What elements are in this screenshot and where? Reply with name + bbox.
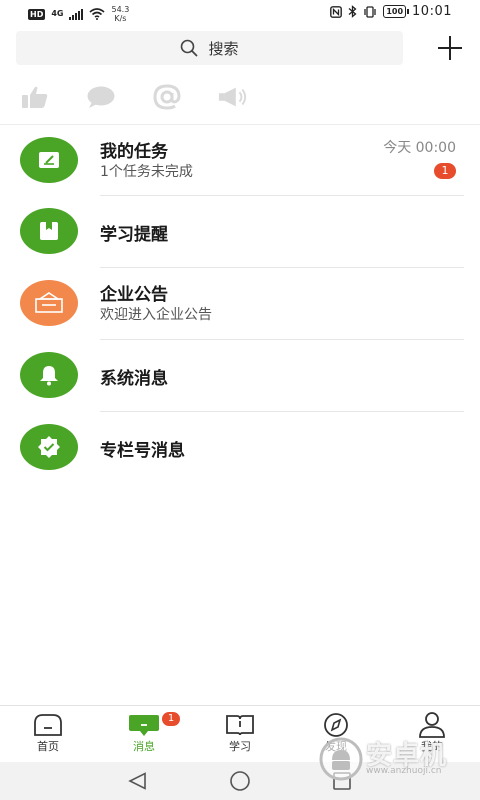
message-icon: [129, 715, 159, 736]
messages-badge: 1: [162, 712, 180, 726]
tab-study[interactable]: 学习: [210, 712, 270, 754]
megaphone-icon[interactable]: [218, 84, 248, 110]
network-type: 4G: [51, 9, 64, 18]
list-item-time: 今天 00:00: [383, 140, 456, 156]
wifi-icon: [89, 8, 106, 20]
reminder-avatar: [20, 208, 78, 254]
status-time: 10:01: [412, 4, 452, 19]
watermark-url: www.anzhuoji.cn: [366, 766, 442, 776]
status-bar: HD 4G 54.3 K/s 100 10:01: [0, 0, 480, 26]
book-icon: [226, 715, 254, 736]
edit-icon: [39, 152, 59, 168]
bookmark-icon: [40, 222, 58, 240]
back-button[interactable]: [126, 770, 150, 792]
list-item-my-tasks[interactable]: 我的任务 1个任务未完成 今天 00:00 1: [0, 125, 480, 196]
search-label: 搜索: [208, 39, 239, 58]
message-list: 我的任务 1个任务未完成 今天 00:00 1 学习提醒 企业公告 欢迎进入企业…: [0, 125, 480, 484]
bell-icon: [40, 366, 58, 386]
home-button[interactable]: [228, 770, 252, 792]
back-triangle-icon: [128, 772, 146, 790]
search-icon: [181, 39, 198, 57]
list-item-system-messages[interactable]: 系统消息: [0, 340, 480, 412]
list-item-subtitle: 1个任务未完成: [100, 164, 193, 180]
list-item-title: 学习提醒: [100, 225, 168, 245]
system-avatar: [20, 352, 78, 398]
list-item-announcements[interactable]: 企业公告 欢迎进入企业公告: [0, 268, 480, 340]
list-item-column-messages[interactable]: 专栏号消息: [0, 412, 480, 484]
bluetooth-icon: [348, 5, 357, 18]
android-logo-icon: [319, 737, 363, 781]
thumbs-up-icon[interactable]: [20, 84, 50, 110]
list-item-title: 我的任务: [100, 142, 168, 162]
verified-badge-icon: [38, 436, 60, 458]
column-avatar: [20, 424, 78, 470]
announcement-avatar: [20, 280, 78, 326]
tab-label: 首页: [37, 740, 59, 753]
list-item-title: 专栏号消息: [100, 441, 185, 461]
list-item-subtitle: 欢迎进入企业公告: [100, 307, 212, 323]
task-avatar: [20, 137, 78, 183]
search-input[interactable]: 搜索: [16, 31, 403, 65]
home-circle-icon: [230, 771, 250, 791]
home-icon: [34, 714, 62, 736]
unread-badge: 1: [434, 163, 456, 179]
tab-label: 消息: [133, 740, 155, 753]
vibrate-icon: [364, 5, 376, 18]
network-speed: 54.3 K/s: [111, 5, 130, 23]
hd-indicator: HD: [28, 8, 46, 20]
quick-actions: [20, 84, 248, 110]
list-item-study-reminder[interactable]: 学习提醒: [0, 196, 480, 268]
list-item-title: 系统消息: [100, 369, 168, 389]
watermark: 安卓机 www.anzhuoji.cn: [318, 732, 468, 786]
chat-bubble-icon[interactable]: [86, 84, 116, 110]
battery-indicator: 100: [383, 5, 409, 18]
at-sign-icon[interactable]: [152, 84, 182, 110]
list-item-title: 企业公告: [100, 285, 168, 305]
notice-board-icon: [35, 292, 63, 313]
tab-home[interactable]: 首页: [18, 712, 78, 754]
add-icon[interactable]: [434, 32, 466, 64]
tab-label: 学习: [229, 740, 251, 753]
nfc-icon: [330, 5, 343, 18]
signal-icon: [69, 8, 84, 20]
